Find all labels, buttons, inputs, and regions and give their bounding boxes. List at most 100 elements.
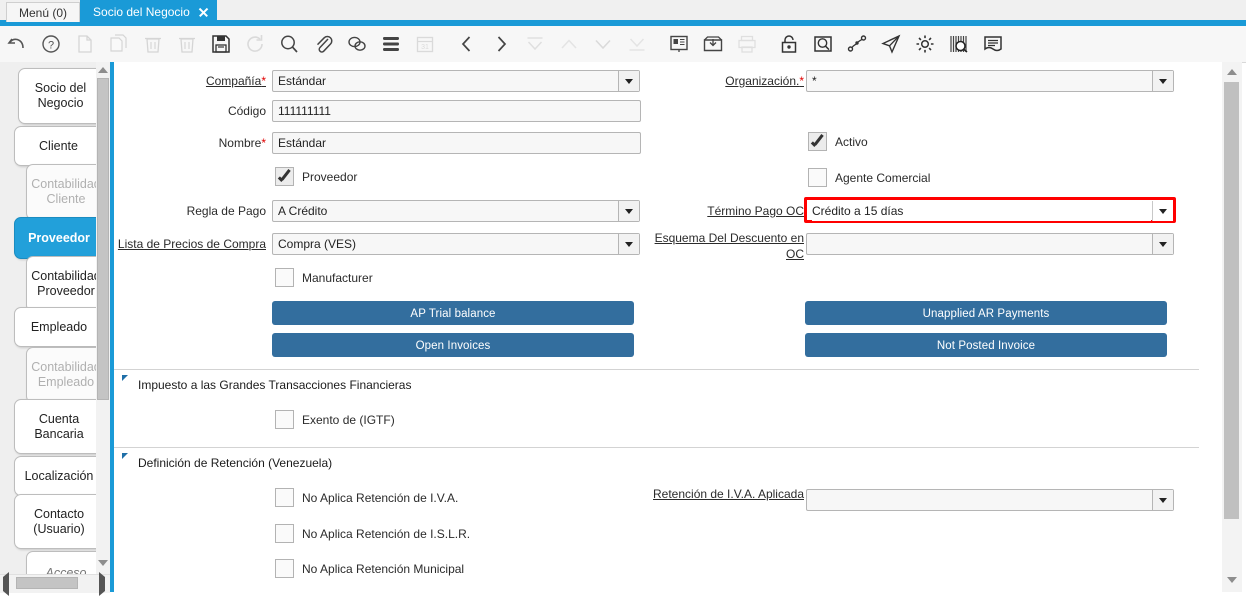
save-icon[interactable]	[209, 32, 233, 56]
manufacturer-checkbox[interactable]	[275, 268, 294, 287]
chevron-down-icon[interactable]	[1152, 71, 1173, 91]
chevron-down-icon[interactable]	[618, 234, 639, 254]
copy-record-icon[interactable]	[107, 32, 131, 56]
esquema-descuento-oc-combobox[interactable]	[806, 233, 1174, 255]
section-retencion-header[interactable]: Definición de Retención (Venezuela)	[114, 447, 1199, 467]
sidebar-horizontal-scroll-thumb[interactable]	[16, 577, 78, 589]
agente-comercial-checkbox[interactable]	[808, 168, 827, 187]
exento-igtf-checkbox-row[interactable]: Exento de (IGTF)	[275, 410, 395, 429]
calendar-icon[interactable]: 31	[413, 32, 437, 56]
notes-icon[interactable]	[981, 32, 1005, 56]
workflow-icon[interactable]	[845, 32, 869, 56]
lock-icon[interactable]	[777, 32, 801, 56]
sidebar-item-empleado[interactable]: Empleado	[14, 307, 104, 347]
nombre-value: Estándar	[278, 136, 326, 150]
chevron-down-icon[interactable]	[1152, 234, 1173, 254]
sidebar-item-cliente[interactable]: Cliente	[14, 126, 103, 166]
sidebar-scroll-up-arrow[interactable]	[96, 63, 110, 77]
no-aplica-islr-checkbox-row[interactable]: No Aplica Retención de I.S.L.R.	[275, 524, 470, 543]
exento-igtf-checkbox[interactable]	[275, 410, 294, 429]
print-icon[interactable]	[735, 32, 759, 56]
down-record-icon[interactable]	[591, 32, 615, 56]
refresh-icon[interactable]	[243, 32, 267, 56]
zoom-across-icon[interactable]	[811, 32, 835, 56]
sidebar-item-acceso[interactable]: Acceso	[26, 551, 106, 574]
chevron-down-icon[interactable]	[1152, 201, 1173, 221]
tab-menu[interactable]: Menú (0)	[6, 2, 80, 22]
settings-icon[interactable]	[913, 32, 937, 56]
sidebar-item-proveedor[interactable]: Proveedor	[14, 217, 104, 259]
attachment-icon[interactable]	[311, 32, 335, 56]
sidebar-item-contabilidad-proveedor[interactable]: Contabilidad Proveedor	[26, 256, 106, 312]
regla-de-pago-combobox[interactable]: A Crédito	[272, 200, 640, 222]
ap-trial-balance-button[interactable]: AP Trial balance	[272, 301, 634, 325]
barcode-icon[interactable]	[947, 32, 971, 56]
section-igtf-header[interactable]: Impuesto a las Grandes Transacciones Fin…	[114, 369, 1199, 389]
codigo-input[interactable]: 111111111	[272, 100, 641, 122]
nombre-input[interactable]: Estándar	[272, 132, 641, 154]
content-scroll-thumb[interactable]	[1224, 82, 1239, 519]
compania-label-text: Compañía	[206, 74, 261, 88]
content-scroll-down-arrow[interactable]	[1224, 572, 1239, 588]
activo-checkbox[interactable]	[808, 132, 827, 151]
chevron-down-icon[interactable]	[618, 71, 639, 91]
sidebar-item-cuenta-bancaria[interactable]: Cuenta Bancaria	[14, 399, 104, 454]
sidebar-item-contabilidad-empleado[interactable]: Contabilidad Empleado	[26, 347, 106, 403]
termino-pago-oc-combobox[interactable]: Crédito a 15 días	[804, 197, 1176, 223]
organizacion-combobox[interactable]: *	[806, 70, 1174, 92]
close-icon[interactable]	[198, 6, 209, 17]
scroll-right-arrow[interactable]	[99, 577, 105, 591]
toolbar: ? 31	[0, 26, 1246, 63]
activo-label: Activo	[835, 135, 868, 149]
search-icon[interactable]	[277, 32, 301, 56]
chevron-down-icon[interactable]	[1152, 490, 1173, 510]
no-aplica-iva-checkbox[interactable]	[275, 488, 294, 507]
last-record-icon[interactable]	[625, 32, 649, 56]
retencion-iva-aplicada-label-text: Retención de I.V.A. Aplicada	[653, 487, 804, 501]
agente-comercial-checkbox-row[interactable]: Agente Comercial	[808, 168, 930, 187]
manufacturer-label: Manufacturer	[302, 271, 373, 285]
previous-record-icon[interactable]	[455, 32, 479, 56]
delete-icon[interactable]	[141, 32, 165, 56]
manufacturer-checkbox-row[interactable]: Manufacturer	[275, 268, 373, 287]
chat-icon[interactable]	[345, 32, 369, 56]
no-aplica-municipal-checkbox-row[interactable]: No Aplica Retención Municipal	[275, 559, 464, 578]
no-aplica-municipal-checkbox[interactable]	[275, 559, 294, 578]
help-icon[interactable]: ?	[39, 32, 63, 56]
collapse-triangle-icon[interactable]	[122, 453, 128, 459]
proveedor-checkbox-row[interactable]: Proveedor	[275, 167, 357, 186]
chevron-down-icon[interactable]	[618, 201, 639, 221]
up-record-icon[interactable]	[557, 32, 581, 56]
undo-icon[interactable]	[5, 32, 29, 56]
scroll-left-arrow[interactable]	[3, 577, 9, 591]
first-record-icon[interactable]	[523, 32, 547, 56]
next-record-icon[interactable]	[489, 32, 513, 56]
open-invoices-button[interactable]: Open Invoices	[272, 333, 634, 357]
lista-precios-compra-combobox[interactable]: Compra (VES)	[272, 233, 640, 255]
sidebar-item-contacto-usuario[interactable]: Contacto (Usuario)	[14, 494, 104, 549]
codigo-value: 111111111	[278, 104, 331, 118]
grid-toggle-icon[interactable]	[379, 32, 403, 56]
sidebar-scroll-thumb[interactable]	[97, 78, 109, 400]
proveedor-checkbox[interactable]	[275, 167, 294, 186]
report-icon[interactable]	[667, 32, 691, 56]
sidebar-item-label: Socio del Negocio	[23, 81, 98, 111]
collapse-triangle-icon[interactable]	[122, 375, 128, 381]
sidebar-item-socio-del-negocio[interactable]: Socio del Negocio	[18, 68, 103, 124]
activo-checkbox-row[interactable]: Activo	[808, 132, 868, 151]
send-icon[interactable]	[879, 32, 903, 56]
sidebar-item-localizacion[interactable]: Localización	[14, 456, 104, 496]
new-record-icon[interactable]	[73, 32, 97, 56]
not-posted-invoice-button[interactable]: Not Posted Invoice	[805, 333, 1167, 357]
no-aplica-iva-checkbox-row[interactable]: No Aplica Retención de I.V.A.	[275, 488, 458, 507]
tab-socio-del-negocio[interactable]: Socio del Negocio	[80, 0, 217, 22]
sidebar-item-contabilidad-cliente[interactable]: Contabilidad Cliente	[26, 164, 106, 220]
archive-icon[interactable]	[701, 32, 725, 56]
unapplied-ar-payments-button[interactable]: Unapplied AR Payments	[805, 301, 1167, 325]
delete-selection-icon[interactable]	[175, 32, 199, 56]
no-aplica-islr-checkbox[interactable]	[275, 524, 294, 543]
content-scroll-up-arrow[interactable]	[1224, 64, 1239, 80]
retencion-iva-aplicada-combobox[interactable]	[806, 489, 1174, 511]
sidebar-scroll-down-arrow[interactable]	[96, 556, 110, 570]
compania-combobox[interactable]: Estándar	[272, 70, 640, 92]
